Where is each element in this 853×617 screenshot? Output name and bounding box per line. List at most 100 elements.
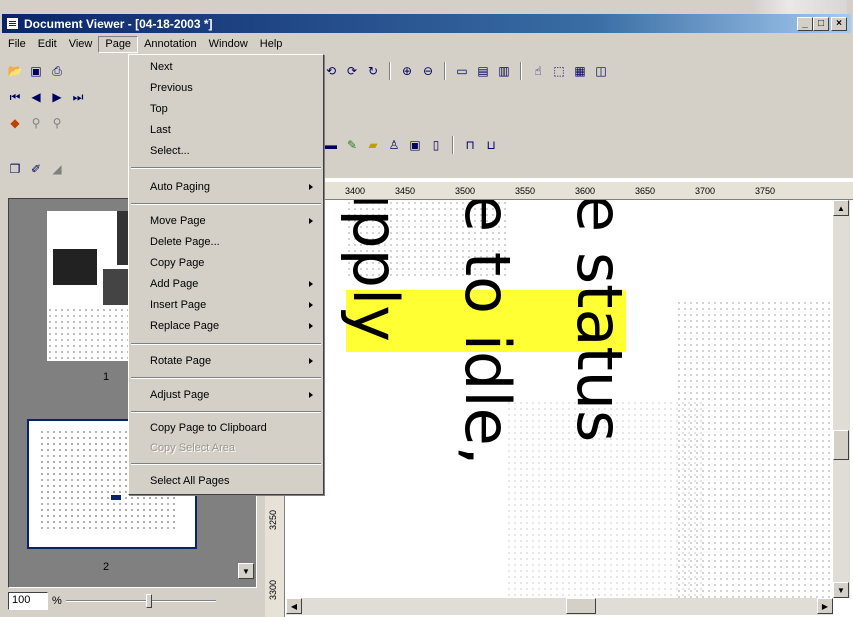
copy-icon[interactable]: ❐	[6, 160, 24, 178]
scroll-thumb[interactable]	[566, 598, 596, 614]
thumbnail-scrollbar[interactable]: ▼	[238, 563, 254, 583]
submenu-arrow-icon	[309, 281, 313, 287]
menu-separator	[131, 377, 321, 379]
submenu-arrow-icon	[309, 323, 313, 329]
pen-icon[interactable]: ✎	[343, 136, 361, 154]
menu-item-top[interactable]: Top	[131, 99, 321, 119]
submenu-arrow-icon	[309, 358, 313, 364]
last-page-icon[interactable]: ⏭	[69, 88, 87, 106]
scroll-down-button[interactable]: ▼	[833, 582, 849, 598]
submenu-arrow-icon	[309, 392, 313, 398]
zoom-slider[interactable]	[65, 594, 216, 608]
menu-item-adjust-page[interactable]: Adjust Page	[131, 385, 321, 405]
menu-item-insert-page[interactable]: Insert Page	[131, 295, 321, 315]
zoom-out-icon[interactable]: ⊖	[419, 62, 437, 80]
app-icon	[6, 17, 19, 30]
next-page-icon[interactable]: ▶	[48, 88, 66, 106]
hand-tool-icon[interactable]: ☝	[529, 62, 547, 80]
maximize-button[interactable]: □	[813, 16, 829, 31]
menu-item-last[interactable]: Last	[131, 120, 321, 140]
zoom-unit: %	[52, 595, 62, 607]
zoom-in-icon[interactable]: ⊕	[398, 62, 416, 80]
ruler-tick: 3600	[575, 186, 596, 196]
rotate-left-icon[interactable]: ⟲	[322, 62, 340, 80]
save-icon[interactable]: ▣	[27, 62, 45, 80]
menu-item-copy-page[interactable]: Copy Page	[131, 253, 321, 273]
rectangle-icon[interactable]: ▬	[322, 136, 340, 154]
scroll-down-button[interactable]: ▼	[238, 563, 254, 579]
fit-width-icon[interactable]: ▤	[474, 62, 492, 80]
scroll-right-button[interactable]: ▶	[817, 598, 833, 614]
ruler-tick: 3750	[755, 186, 776, 196]
menu-separator	[131, 203, 321, 205]
note-icon[interactable]: ▯	[427, 136, 445, 154]
stamp-icon[interactable]: ♙	[385, 136, 403, 154]
toolbar-annotation-right: ▬ ✎ ▰ ♙ ▣ ▯ ⊓ ⊔	[322, 134, 500, 156]
scroll-up-button[interactable]: ▲	[833, 200, 849, 216]
open-folder-icon[interactable]: 📂	[6, 62, 24, 80]
document-page[interactable]: e status e to idle, upply	[286, 200, 833, 598]
menu-bar: File Edit View Page Annotation Window He…	[2, 35, 851, 54]
menu-item-copy-page-to-clipboard[interactable]: Copy Page to Clipboard	[131, 418, 321, 438]
menu-item-delete-page[interactable]: Delete Page...	[131, 232, 321, 252]
menu-item-auto-paging[interactable]: Auto Paging	[131, 177, 321, 197]
rotate-180-icon[interactable]: ↻	[364, 62, 382, 80]
menu-item-rotate-page[interactable]: Rotate Page	[131, 351, 321, 371]
annotation-b-icon[interactable]: ⚲	[48, 114, 66, 132]
ruler-tick: 3650	[635, 186, 656, 196]
annotation-a-icon[interactable]: ⚲	[27, 114, 45, 132]
page-thumbnail-2-label: 2	[103, 561, 110, 573]
menu-item-select[interactable]: Select...	[131, 141, 321, 161]
annotation-save-icon[interactable]: ⊔	[482, 136, 500, 154]
fit-page-icon[interactable]: ▭	[453, 62, 471, 80]
fit-height-icon[interactable]: ▥	[495, 62, 513, 80]
highlighter-icon[interactable]: ▰	[364, 136, 382, 154]
menu-item-label: Rotate Page	[150, 355, 212, 367]
menu-edit[interactable]: Edit	[32, 37, 63, 52]
submenu-arrow-icon	[309, 184, 313, 190]
shapes-icon[interactable]: ◆	[6, 114, 24, 132]
document-text-line: upply	[339, 200, 412, 342]
rotate-right-icon[interactable]: ⟳	[343, 62, 361, 80]
ruler-tick: 3500	[455, 186, 476, 196]
toolbar-annotation-left: ◆ ⚲ ⚲	[6, 112, 66, 134]
brush-icon[interactable]: ✐	[27, 160, 45, 178]
zoom-input[interactable]: 100	[8, 592, 48, 610]
minimize-button[interactable]: _	[797, 16, 813, 31]
menu-separator	[131, 463, 321, 465]
ruler-tick: 3450	[395, 186, 416, 196]
scroll-left-button[interactable]: ◀	[286, 598, 302, 614]
document-vertical-scrollbar[interactable]: ▲ ▼	[833, 200, 850, 598]
menu-item-replace-page[interactable]: Replace Page	[131, 316, 321, 336]
menu-view[interactable]: View	[63, 37, 99, 52]
menu-item-label: Replace Page	[150, 320, 220, 332]
scroll-thumb[interactable]	[833, 430, 849, 460]
previous-page-icon[interactable]: ◀	[27, 88, 45, 106]
menu-annotation[interactable]: Annotation	[138, 37, 203, 52]
menu-item-move-page[interactable]: Move Page	[131, 211, 321, 231]
menu-file[interactable]: File	[2, 37, 32, 52]
menu-item-next[interactable]: Next	[131, 57, 321, 77]
annotation-props-icon[interactable]: ⊓	[461, 136, 479, 154]
print-icon[interactable]: ⎙	[48, 62, 66, 80]
zoom-slider-knob[interactable]	[145, 594, 152, 608]
menu-page[interactable]: Page	[98, 36, 139, 53]
document-horizontal-scrollbar[interactable]: ◀ ▶	[286, 598, 833, 615]
title-bar[interactable]: Document Viewer - [04-18-2003 *] _ □ ×	[2, 14, 851, 33]
page-thumbnail-1-label: 1	[103, 371, 110, 383]
image-icon[interactable]: ▦	[571, 62, 589, 80]
menu-item-select-all-pages[interactable]: Select All Pages	[131, 471, 321, 491]
toolbar-separator	[520, 62, 522, 80]
close-button[interactable]: ×	[831, 16, 847, 31]
select-area-icon[interactable]: ⬚	[550, 62, 568, 80]
menu-window[interactable]: Window	[203, 37, 254, 52]
misc-a-icon[interactable]: ◢	[48, 160, 66, 178]
text-box-icon[interactable]: ▣	[406, 136, 424, 154]
menu-item-previous[interactable]: Previous	[131, 78, 321, 98]
first-page-icon[interactable]: ⏮	[6, 88, 24, 106]
menu-help[interactable]: Help	[254, 37, 289, 52]
toolbar-misc: ❐ ✐ ◢	[6, 158, 66, 180]
menu-item-add-page[interactable]: Add Page	[131, 274, 321, 294]
menu-item-label: Move Page	[150, 215, 206, 227]
thumbnail-view-icon[interactable]: ◫	[592, 62, 610, 80]
